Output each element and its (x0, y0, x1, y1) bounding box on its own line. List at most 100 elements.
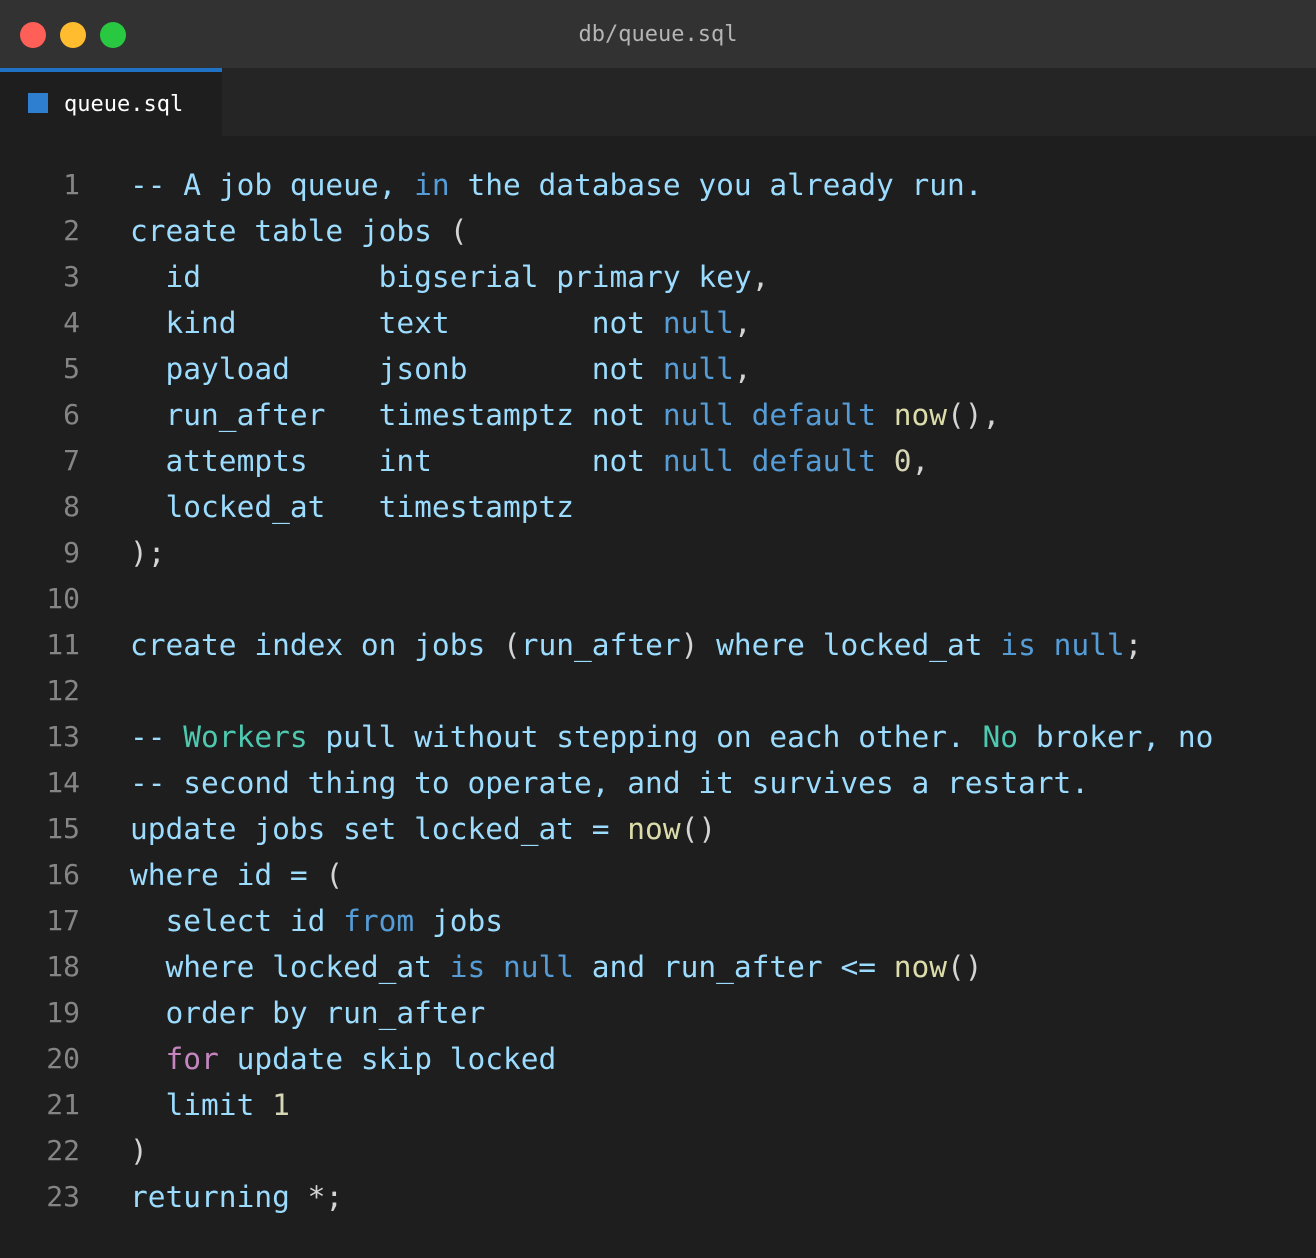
code-token: run_after timestamptz not (130, 398, 663, 432)
code-token: 0 (893, 444, 912, 478)
code-token: where id = (130, 858, 326, 892)
line-number: 6 (63, 398, 80, 431)
code-token: ( (325, 858, 344, 892)
code-token: is null (1000, 628, 1125, 662)
line-code: -- second thing to operate, and it survi… (130, 760, 1089, 806)
line-code: id bigserial primary key, (130, 254, 770, 300)
line-code: where locked_at is null and run_after <=… (130, 944, 983, 990)
code-token: , (911, 444, 930, 478)
code-token: now (893, 398, 948, 432)
line-code: -- A job queue, in the database you alre… (130, 162, 983, 208)
editor-window: db/queue.sql queue.sql 1 -- A job queue, … (0, 0, 1316, 1258)
code-token: No (982, 720, 1019, 754)
code-token: and run_after <= (574, 950, 894, 984)
code-token: from (343, 904, 415, 938)
line-number: 14 (46, 766, 80, 799)
line-code: create index on jobs (run_after) where l… (130, 622, 1142, 668)
code-token: jobs (414, 904, 503, 938)
line-code: ); (130, 530, 166, 576)
line-number: 19 (46, 996, 80, 1029)
code-token: () (680, 812, 717, 846)
code-token: select id (130, 904, 344, 938)
code-token: id bigserial primary key (130, 260, 752, 294)
code-token: the database you already run. (449, 168, 983, 202)
line-number: 22 (46, 1134, 80, 1167)
title-bar: db/queue.sql (0, 0, 1316, 68)
code-token: ) (130, 1134, 148, 1168)
line-code: kind text not null, (130, 300, 752, 346)
line-code: attempts int not null default 0, (130, 438, 930, 484)
line-code: update jobs set locked_at = now() (130, 806, 716, 852)
line-number: 18 (46, 950, 80, 983)
code-token: limit (130, 1088, 273, 1122)
code-token: broker, no (1018, 720, 1214, 754)
code-token: locked_at timestamptz (130, 490, 575, 524)
code-token: in (414, 168, 450, 202)
line-number: 4 (63, 306, 80, 339)
code-token: ); (130, 536, 166, 570)
code-token: returning (130, 1180, 308, 1214)
code-token: now (627, 812, 681, 846)
code-token: update skip locked (218, 1042, 557, 1076)
line-code: for update skip locked (130, 1036, 557, 1082)
line-number: 9 (63, 536, 80, 569)
code-token: attempts int not (130, 444, 663, 478)
line-number: 20 (46, 1042, 80, 1075)
code-token: ; (1124, 628, 1143, 662)
code-token: ( (502, 628, 521, 662)
line-number: 13 (46, 720, 80, 753)
line-number: 21 (46, 1088, 80, 1121)
code-token: , (751, 260, 770, 294)
line-code: order by run_after (130, 990, 486, 1036)
line-number: 5 (63, 352, 80, 385)
code-token: null (662, 306, 734, 340)
line-code: -- Workers pull without stepping on each… (130, 714, 1213, 760)
line-number: 12 (46, 674, 80, 707)
code-token: ( (449, 214, 468, 248)
tab-label: queue.sql (64, 92, 184, 117)
tab-queue-sql[interactable]: queue.sql (0, 68, 222, 136)
code-token: now (893, 950, 948, 984)
code-token: kind text not (130, 306, 663, 340)
line-number: 1 (63, 168, 80, 201)
line-code: run_after timestamptz not null default n… (130, 392, 1001, 438)
code-token: create index on jobs (130, 628, 503, 662)
line-code: select id from jobs (130, 898, 503, 944)
code-token: is null (449, 950, 575, 984)
line-number: 7 (63, 444, 80, 477)
line-code: payload jsonb not null, (130, 346, 752, 392)
window-title: db/queue.sql (578, 22, 738, 47)
code-token: -- (130, 720, 184, 754)
code-editor[interactable]: 1 -- A job queue, in the database you alr… (0, 136, 1316, 1258)
line-code: returning *; (130, 1174, 343, 1220)
tab-bar: queue.sql (0, 68, 1316, 136)
code-token: where locked_at (698, 628, 1001, 662)
line-number: 2 (63, 214, 80, 247)
line-number: 23 (46, 1180, 80, 1213)
line-number: 16 (46, 858, 80, 891)
code-token: create table jobs (130, 214, 450, 248)
line-number: 15 (46, 812, 80, 845)
code-token: run_after (520, 628, 681, 662)
code-token: -- second thing to operate, and it survi… (130, 766, 1090, 800)
code-token: ) (680, 628, 699, 662)
code-token: where locked_at (130, 950, 450, 984)
code-token: null (662, 352, 734, 386)
code-token: null default (662, 398, 894, 432)
code-token: pull without stepping on each other. (307, 720, 983, 754)
code-token: , (733, 306, 752, 340)
code-token: order by run_after (130, 996, 486, 1030)
code-token: for (165, 1042, 219, 1076)
line-code: locked_at timestamptz (130, 484, 575, 530)
code-token: *; (307, 1180, 344, 1214)
code-token: -- A job queue, (130, 168, 415, 202)
line-code: ) (130, 1128, 148, 1174)
sql-file-icon (28, 93, 48, 113)
code-token: update jobs set locked_at = (130, 812, 628, 846)
line-code: create table jobs ( (130, 208, 467, 254)
code-token: , (733, 352, 752, 386)
code-token: null default (662, 444, 894, 478)
code-token: Workers (183, 720, 308, 754)
line-number: 8 (63, 490, 80, 523)
